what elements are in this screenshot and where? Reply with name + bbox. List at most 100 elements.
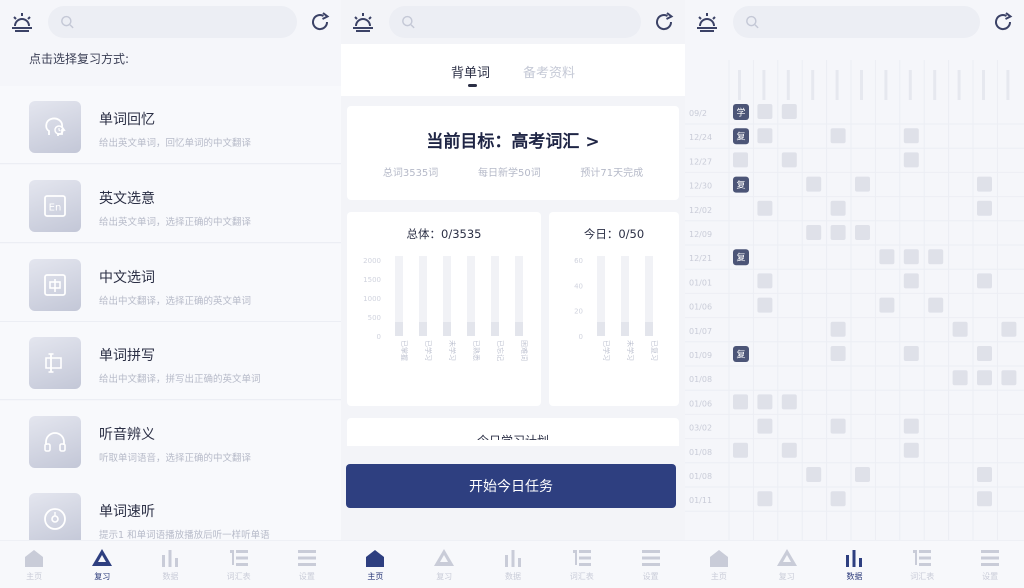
review-cell[interactable] xyxy=(757,418,773,434)
review-cell[interactable] xyxy=(830,200,846,216)
x-tick-label: 已熟悉 xyxy=(472,340,481,361)
nav-item-home[interactable]: 主页 xyxy=(689,548,749,582)
review-cell[interactable] xyxy=(830,128,846,144)
search-bar[interactable] xyxy=(389,6,641,38)
review-cell[interactable] xyxy=(977,370,992,386)
mode-item-english-choice[interactable]: En 英文选意 给出英文单词，选择正确的中文翻译 xyxy=(0,165,341,243)
review-cell[interactable] xyxy=(806,467,822,482)
review-cell[interactable] xyxy=(977,200,992,216)
review-cell[interactable] xyxy=(757,273,773,289)
top-bar xyxy=(0,0,341,44)
review-cell[interactable] xyxy=(733,394,748,410)
review-cell[interactable] xyxy=(733,442,748,458)
review-cell[interactable] xyxy=(855,176,870,192)
review-cell[interactable] xyxy=(733,152,748,168)
review-cell[interactable] xyxy=(952,321,968,337)
review-cell[interactable] xyxy=(879,249,895,265)
nav-item-data[interactable]: 数据 xyxy=(483,548,543,582)
nav-item-home[interactable]: 主页 xyxy=(345,548,405,582)
nav-item-review[interactable]: 复习 xyxy=(414,548,474,582)
review-cell[interactable] xyxy=(781,394,797,410)
search-input[interactable] xyxy=(767,15,980,29)
review-cell[interactable] xyxy=(757,200,773,216)
start-today-task-button[interactable]: 开始今日任务 xyxy=(346,464,676,508)
mode-item-spelling[interactable]: 单词拼写 给出中文翻译，拼写出正确的英文单词 xyxy=(0,322,341,400)
review-cell[interactable] xyxy=(1001,321,1017,337)
review-cell[interactable] xyxy=(903,418,919,434)
review-cell[interactable] xyxy=(806,176,822,192)
review-cell[interactable] xyxy=(781,152,797,168)
search-input[interactable] xyxy=(82,15,297,29)
review-cell[interactable] xyxy=(977,273,992,289)
sun-icon[interactable] xyxy=(351,10,375,34)
review-cell[interactable] xyxy=(1001,370,1017,386)
review-cell[interactable] xyxy=(928,249,944,265)
mode-tile: En xyxy=(29,180,81,232)
nav-item-home[interactable]: 主页 xyxy=(4,548,64,582)
column-header xyxy=(1006,70,1010,100)
review-cell[interactable] xyxy=(830,418,846,434)
review-cell[interactable] xyxy=(830,346,846,361)
nav-label: 设置 xyxy=(982,571,999,581)
tab-exam-materials[interactable]: 备考资料 xyxy=(523,62,575,81)
review-cell[interactable] xyxy=(757,104,773,119)
en-icon: En xyxy=(44,195,66,217)
review-cell[interactable] xyxy=(903,152,919,168)
nav-item-vocab-list[interactable]: 词汇表 xyxy=(892,548,952,582)
review-cell[interactable] xyxy=(903,249,919,265)
mode-item-word-recall[interactable]: 单词回忆 给出英文单词，回忆单词的中文翻译 xyxy=(0,86,341,164)
review-cell[interactable] xyxy=(830,491,846,507)
sun-icon[interactable] xyxy=(695,10,719,34)
home-icon xyxy=(364,548,386,568)
goal-card[interactable]: 当前目标：高考词汇 > 总词3535词 每日新学50词 预计71天完成 xyxy=(347,106,679,200)
search-input[interactable] xyxy=(423,15,641,29)
review-cell[interactable] xyxy=(903,442,919,458)
refresh-icon[interactable] xyxy=(309,11,331,33)
mode-name: 单词回忆 xyxy=(99,112,155,128)
review-cell[interactable] xyxy=(781,442,797,458)
refresh-icon[interactable] xyxy=(992,11,1014,33)
review-cell[interactable] xyxy=(977,491,992,507)
nav-item-review[interactable]: 复习 xyxy=(757,548,817,582)
review-cell[interactable] xyxy=(757,128,773,144)
review-cell[interactable] xyxy=(757,297,773,313)
review-cell[interactable] xyxy=(855,467,870,482)
review-cell[interactable] xyxy=(977,346,992,361)
nav-item-vocab-list[interactable]: 词汇表 xyxy=(552,548,612,582)
review-cell[interactable] xyxy=(830,225,846,240)
row-date-label: 01/01 xyxy=(689,278,712,287)
review-cell[interactable] xyxy=(952,370,968,386)
nav-item-data[interactable]: 数据 xyxy=(140,548,200,582)
review-cell[interactable] xyxy=(757,394,773,410)
review-cell[interactable] xyxy=(855,225,870,240)
review-cell[interactable] xyxy=(806,225,822,240)
review-cell[interactable] xyxy=(903,128,919,144)
review-cell[interactable] xyxy=(879,297,895,313)
review-cell[interactable] xyxy=(928,297,944,313)
nav-item-data[interactable]: 数据 xyxy=(824,548,884,582)
review-cell[interactable] xyxy=(977,467,992,482)
review-cell[interactable] xyxy=(757,491,773,507)
tab-vocabulary[interactable]: 背单词 xyxy=(451,62,490,81)
review-schedule-grid[interactable]: 09/2 12/24 12/27 12/30 12/02 12/09 12/21 01/01 0… xyxy=(685,52,1024,540)
refresh-icon[interactable] xyxy=(653,11,675,33)
sun-icon[interactable] xyxy=(10,10,34,34)
review-cell[interactable] xyxy=(977,176,992,192)
goal-title[interactable]: 当前目标：高考词汇 > xyxy=(347,127,679,152)
search-bar[interactable] xyxy=(48,6,297,38)
mode-description: 给出中文翻译，选择正确的英文单词 xyxy=(99,296,252,307)
review-cell[interactable] xyxy=(830,321,846,337)
review-cell[interactable] xyxy=(903,273,919,289)
nav-item-settings[interactable]: 设置 xyxy=(277,548,337,582)
review-cell[interactable] xyxy=(903,346,919,361)
mode-item-listening[interactable]: 听音辨义 听取单词语音，选择正确的中文翻译 xyxy=(0,401,341,479)
nav-item-review[interactable]: 复习 xyxy=(72,548,132,582)
column-header xyxy=(884,70,888,100)
x-tick-label: 已掌握 xyxy=(400,340,409,361)
nav-item-settings[interactable]: 设置 xyxy=(621,548,681,582)
nav-item-vocab-list[interactable]: 词汇表 xyxy=(209,548,269,582)
search-bar[interactable] xyxy=(733,6,980,38)
review-cell[interactable] xyxy=(781,104,797,119)
nav-item-settings[interactable]: 设置 xyxy=(960,548,1020,582)
mode-item-chinese-choice[interactable]: 中文选词 给出中文翻译，选择正确的英文单词 xyxy=(0,244,341,322)
